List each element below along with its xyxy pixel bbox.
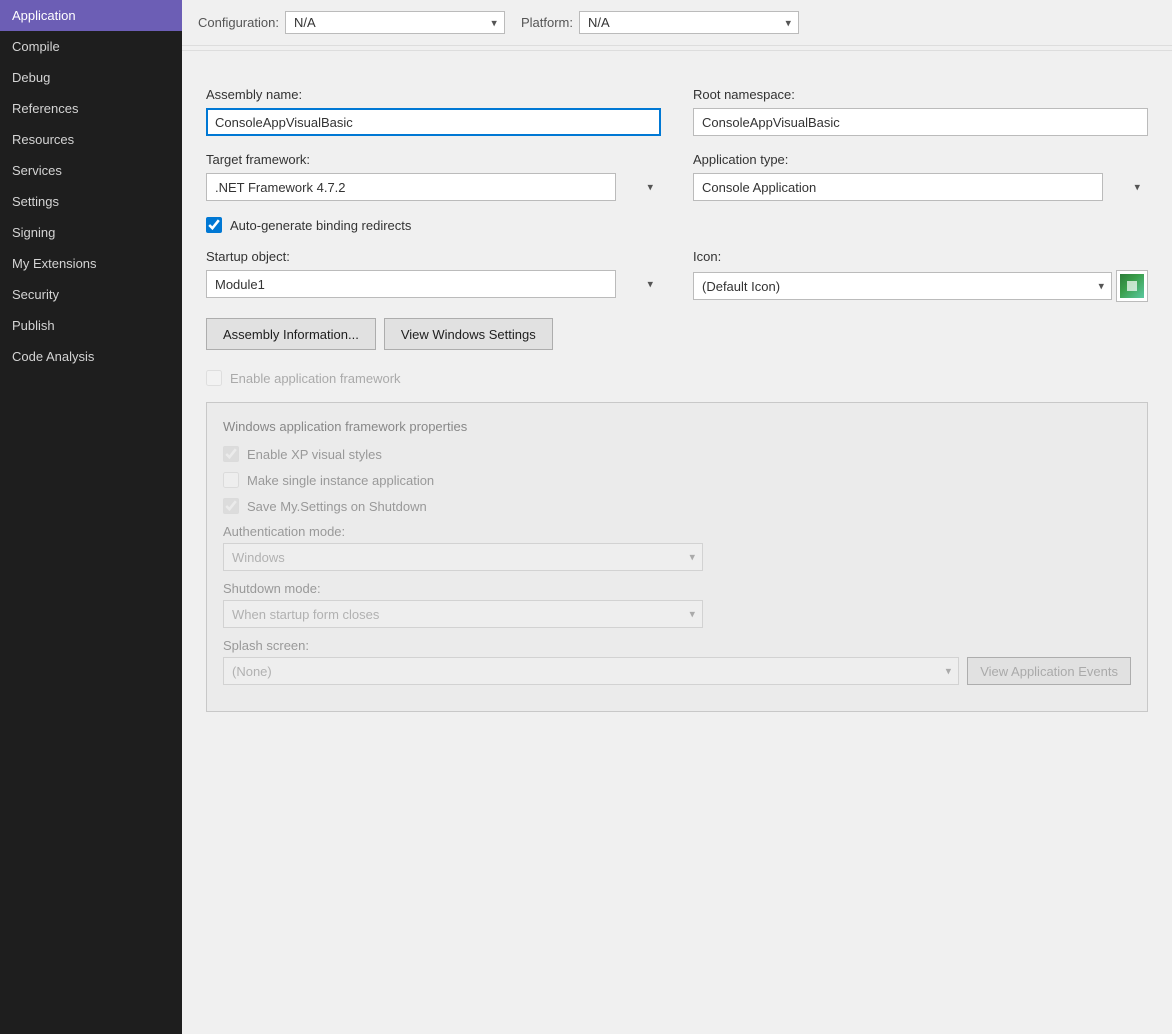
- root-namespace-label: Root namespace:: [693, 87, 1148, 102]
- shutdown-mode-group: Shutdown mode: When startup form closes: [223, 581, 1131, 628]
- icon-select[interactable]: (Default Icon): [693, 272, 1112, 300]
- startup-object-select-wrapper: Module1: [206, 270, 661, 298]
- sidebar-item-label: Publish: [12, 318, 55, 333]
- assembly-namespace-row: Assembly name: Root namespace:: [206, 87, 1148, 136]
- startup-object-group: Startup object: Module1: [206, 249, 661, 302]
- root-namespace-group: Root namespace:: [693, 87, 1148, 136]
- sidebar-item-services[interactable]: Services: [0, 155, 182, 186]
- content-area: Assembly name: Root namespace: Target fr…: [182, 67, 1172, 1034]
- sidebar-item-application[interactable]: Application: [0, 0, 182, 31]
- enable-app-framework-row: Enable application framework: [206, 370, 1148, 386]
- view-app-events-button[interactable]: View Application Events: [967, 657, 1131, 685]
- target-framework-select[interactable]: .NET Framework 4.7.2: [206, 173, 616, 201]
- framework-properties-section: Windows application framework properties…: [206, 402, 1148, 712]
- auto-binding-label: Auto-generate binding redirects: [230, 218, 411, 233]
- target-framework-select-wrapper: .NET Framework 4.7.2: [206, 173, 661, 201]
- sidebar-item-label: Code Analysis: [12, 349, 94, 364]
- platform-select[interactable]: N/A: [579, 11, 799, 34]
- auth-mode-group: Authentication mode: Windows: [223, 524, 1131, 571]
- sidebar-item-label: Security: [12, 287, 59, 302]
- sidebar-item-security[interactable]: Security: [0, 279, 182, 310]
- enable-xp-styles-label: Enable XP visual styles: [247, 447, 382, 462]
- auto-binding-checkbox[interactable]: [206, 217, 222, 233]
- sidebar-item-label: Signing: [12, 225, 55, 240]
- single-instance-checkbox[interactable]: [223, 472, 239, 488]
- icon-inner-square: [1127, 281, 1137, 291]
- framework-apptype-row: Target framework: .NET Framework 4.7.2 A…: [206, 152, 1148, 201]
- startup-object-select[interactable]: Module1: [206, 270, 616, 298]
- shutdown-mode-label: Shutdown mode:: [223, 581, 1131, 596]
- sidebar-item-label: Services: [12, 163, 62, 178]
- assembly-name-input[interactable]: [206, 108, 661, 136]
- sidebar-item-settings[interactable]: Settings: [0, 186, 182, 217]
- startup-object-label: Startup object:: [206, 249, 661, 264]
- configuration-item: Configuration: N/A: [198, 11, 505, 34]
- sidebar-item-compile[interactable]: Compile: [0, 31, 182, 62]
- target-framework-label: Target framework:: [206, 152, 661, 167]
- enable-xp-styles-row: Enable XP visual styles: [223, 446, 1131, 462]
- app-type-select-wrapper: Console Application: [693, 173, 1148, 201]
- assembly-name-group: Assembly name:: [206, 87, 661, 136]
- sidebar-item-code-analysis[interactable]: Code Analysis: [0, 341, 182, 372]
- sidebar-item-my-extensions[interactable]: My Extensions: [0, 248, 182, 279]
- framework-section-title: Windows application framework properties: [223, 419, 1131, 434]
- splash-select-wrapper: (None): [223, 657, 959, 685]
- sidebar-item-label: Compile: [12, 39, 60, 54]
- enable-xp-styles-checkbox[interactable]: [223, 446, 239, 462]
- platform-select-wrapper: N/A: [579, 11, 799, 34]
- auth-mode-label: Authentication mode:: [223, 524, 1131, 539]
- startup-icon-row: Startup object: Module1 Icon: (Default I…: [206, 249, 1148, 302]
- sidebar-item-label: My Extensions: [12, 256, 97, 271]
- sidebar-item-label: Application: [12, 8, 76, 23]
- shutdown-mode-select-wrapper: When startup form closes: [223, 600, 703, 628]
- sidebar-item-label: Settings: [12, 194, 59, 209]
- splash-screen-label: Splash screen:: [223, 638, 1131, 653]
- sidebar-item-label: References: [12, 101, 78, 116]
- app-type-label: Application type:: [693, 152, 1148, 167]
- sidebar-item-publish[interactable]: Publish: [0, 310, 182, 341]
- single-instance-label: Make single instance application: [247, 473, 434, 488]
- auth-mode-select[interactable]: Windows: [223, 543, 703, 571]
- app-type-select[interactable]: Console Application: [693, 173, 1103, 201]
- view-windows-settings-button[interactable]: View Windows Settings: [384, 318, 553, 350]
- icon-select-wrapper: (Default Icon): [693, 272, 1112, 300]
- save-settings-row: Save My.Settings on Shutdown: [223, 498, 1131, 514]
- icon-label: Icon:: [693, 249, 1148, 264]
- shutdown-mode-select[interactable]: When startup form closes: [223, 600, 703, 628]
- splash-row: (None) View Application Events: [223, 657, 1131, 685]
- splash-screen-select[interactable]: (None): [223, 657, 959, 685]
- auth-mode-select-wrapper: Windows: [223, 543, 703, 571]
- platform-item: Platform: N/A: [521, 11, 799, 34]
- button-row: Assembly Information... View Windows Set…: [206, 318, 1148, 350]
- icon-group: Icon: (Default Icon): [693, 249, 1148, 302]
- top-bar: Configuration: N/A Platform: N/A: [182, 0, 1172, 46]
- enable-app-framework-label: Enable application framework: [230, 371, 401, 386]
- config-select[interactable]: N/A: [285, 11, 505, 34]
- config-label: Configuration:: [198, 15, 279, 30]
- target-framework-group: Target framework: .NET Framework 4.7.2: [206, 152, 661, 201]
- save-settings-label: Save My.Settings on Shutdown: [247, 499, 427, 514]
- single-instance-row: Make single instance application: [223, 472, 1131, 488]
- auto-binding-row: Auto-generate binding redirects: [206, 217, 1148, 233]
- icon-inner: [1120, 274, 1144, 298]
- app-type-group: Application type: Console Application: [693, 152, 1148, 201]
- splash-screen-group: Splash screen: (None) View Application E…: [223, 638, 1131, 685]
- sidebar-item-references[interactable]: References: [0, 93, 182, 124]
- enable-app-framework-checkbox[interactable]: [206, 370, 222, 386]
- assembly-name-label: Assembly name:: [206, 87, 661, 102]
- assembly-info-button[interactable]: Assembly Information...: [206, 318, 376, 350]
- sidebar-item-label: Resources: [12, 132, 74, 147]
- save-settings-checkbox[interactable]: [223, 498, 239, 514]
- sidebar-item-label: Debug: [12, 70, 50, 85]
- sidebar-item-debug[interactable]: Debug: [0, 62, 182, 93]
- root-namespace-input[interactable]: [693, 108, 1148, 136]
- sidebar-item-signing[interactable]: Signing: [0, 217, 182, 248]
- config-select-wrapper: N/A: [285, 11, 505, 34]
- sidebar: Application Compile Debug References Res…: [0, 0, 182, 1034]
- sidebar-item-resources[interactable]: Resources: [0, 124, 182, 155]
- icon-preview: [1116, 270, 1148, 302]
- main-content: Configuration: N/A Platform: N/A Assembl…: [182, 0, 1172, 1034]
- platform-label: Platform:: [521, 15, 573, 30]
